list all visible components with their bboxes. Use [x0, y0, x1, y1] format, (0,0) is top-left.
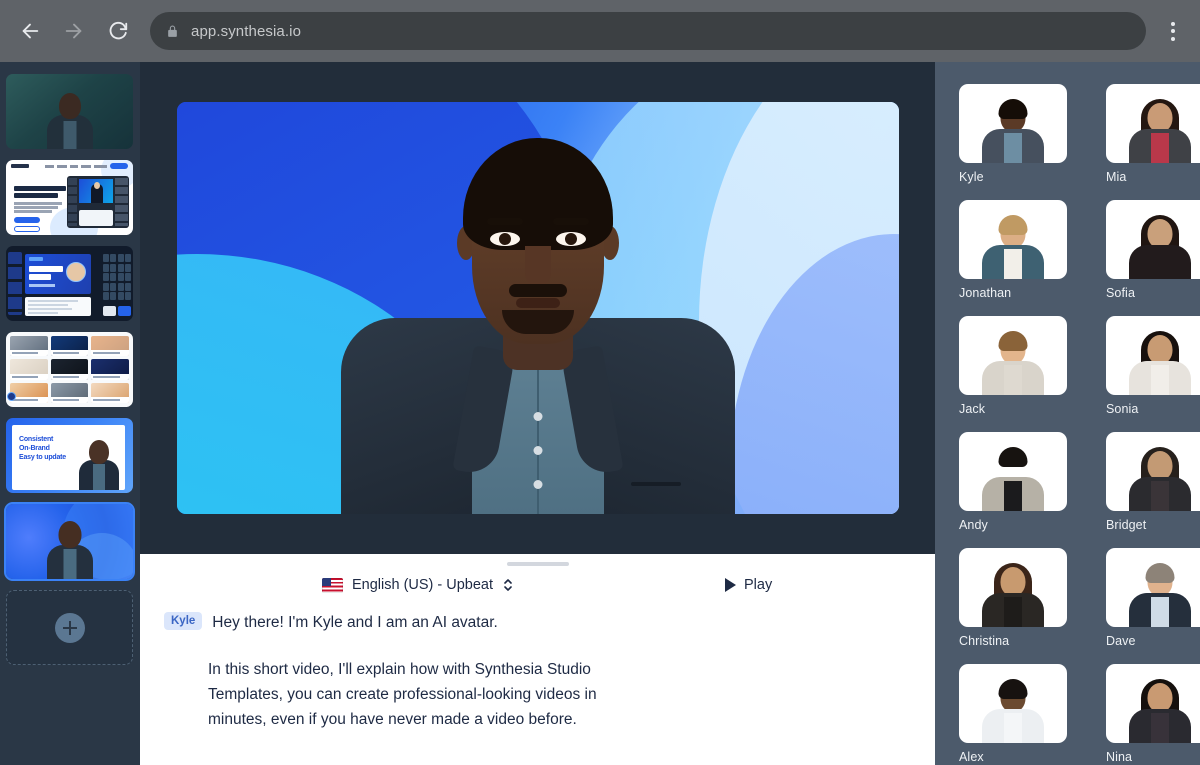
scene-1-figure [47, 93, 93, 149]
avatar-figure [982, 447, 1044, 511]
avatar-name-label: Mia [1106, 170, 1200, 184]
avatar-name-label: Sofia [1106, 286, 1200, 300]
add-scene-button[interactable] [6, 590, 133, 665]
avatar-thumbnail[interactable] [1106, 432, 1200, 511]
app-shell: Consistent On-Brand Easy to update [0, 62, 1200, 765]
avatar-card-jonathan[interactable]: Jonathan [959, 200, 1067, 300]
scene-rail[interactable]: Consistent On-Brand Easy to update [0, 62, 140, 765]
avatar-name-label: Jonathan [959, 286, 1067, 300]
avatar-presenter [342, 122, 734, 514]
script-panel: English (US) - Upbeat Play Kyle Hey ther… [140, 554, 935, 765]
scene-thumbnail-6[interactable] [6, 504, 133, 579]
avatar-card-kyle[interactable]: Kyle [959, 84, 1067, 184]
play-icon [725, 578, 736, 592]
avatar-card-bridget[interactable]: Bridget [1106, 432, 1200, 532]
avatar-name-label: Bridget [1106, 518, 1200, 532]
avatar-figure [1129, 447, 1191, 511]
scene-thumbnail-4[interactable] [6, 332, 133, 407]
avatar-thumbnail[interactable] [1106, 548, 1200, 627]
avatar-figure [982, 331, 1044, 395]
plus-icon [55, 613, 85, 643]
stage-wrapper: English (US) - Upbeat Play Kyle Hey ther… [140, 62, 935, 765]
address-bar[interactable]: app.synthesia.io [150, 12, 1146, 50]
stage-area [140, 62, 935, 554]
avatar-thumbnail[interactable] [1106, 84, 1200, 163]
avatar-name-label: Nina [1106, 750, 1200, 764]
scene-thumbnail-3[interactable] [6, 246, 133, 321]
browser-toolbar: app.synthesia.io [0, 0, 1200, 62]
avatar-thumbnail[interactable] [1106, 664, 1200, 743]
script-first-line: Kyle Hey there! I'm Kyle and I am an AI … [164, 610, 911, 635]
avatar-figure [1129, 99, 1191, 163]
avatar-card-alex[interactable]: Alex [959, 664, 1067, 764]
reload-button[interactable] [98, 11, 138, 51]
forward-button[interactable] [54, 11, 94, 51]
avatar-thumbnail[interactable] [1106, 316, 1200, 395]
lock-icon [166, 24, 179, 39]
avatar-figure [1129, 679, 1191, 743]
avatar-name-label: Dave [1106, 634, 1200, 648]
avatar-name-label: Sonia [1106, 402, 1200, 416]
avatar-name-label: Andy [959, 518, 1067, 532]
chevron-updown-icon [503, 577, 513, 593]
script-toolbar: English (US) - Upbeat Play [164, 554, 911, 598]
avatar-thumbnail[interactable] [959, 548, 1067, 627]
avatar-library-panel[interactable]: Kyle Mia Jonathan Sofia Jack Sonia Andy Bridget… [935, 62, 1200, 765]
avatar-card-mia[interactable]: Mia [1106, 84, 1200, 184]
arrow-left-icon [19, 20, 41, 42]
script-body[interactable]: Kyle Hey there! I'm Kyle and I am an AI … [164, 598, 911, 732]
avatar-figure [982, 679, 1044, 743]
avatar-figure [982, 563, 1044, 627]
avatar-name-label: Jack [959, 402, 1067, 416]
url-text: app.synthesia.io [191, 23, 301, 40]
play-label: Play [744, 577, 772, 593]
speaker-chip[interactable]: Kyle [164, 612, 202, 630]
avatar-figure [1129, 331, 1191, 395]
avatar-thumbnail[interactable] [959, 664, 1067, 743]
avatar-thumbnail[interactable] [1106, 200, 1200, 279]
avatar-card-andy[interactable]: Andy [959, 432, 1067, 532]
avatar-name-label: Kyle [959, 170, 1067, 184]
avatar-figure [982, 215, 1044, 279]
voice-language-select[interactable]: English (US) - Upbeat [322, 577, 513, 593]
back-button[interactable] [10, 11, 50, 51]
avatar-thumbnail[interactable] [959, 200, 1067, 279]
kebab-menu-icon[interactable] [1156, 11, 1190, 51]
scene-thumbnail-1[interactable] [6, 74, 133, 149]
us-flag-icon [322, 578, 343, 593]
avatar-name-label: Christina [959, 634, 1067, 648]
scene-5-text: Consistent On-Brand Easy to update [19, 435, 66, 462]
scene-thumbnail-5[interactable]: Consistent On-Brand Easy to update [6, 418, 133, 493]
avatar-thumbnail[interactable] [959, 432, 1067, 511]
scene-thumbnail-2[interactable] [6, 160, 133, 235]
avatar-figure [1129, 563, 1191, 627]
script-paragraph-2[interactable]: In this short video, I'll explain how wi… [208, 657, 603, 732]
arrow-right-icon [63, 20, 85, 42]
avatar-card-christina[interactable]: Christina [959, 548, 1067, 648]
reload-icon [107, 20, 129, 42]
avatar-name-label: Alex [959, 750, 1067, 764]
slide-canvas[interactable] [177, 102, 899, 514]
avatar-grid: KyleMiaJonathanSofiaJackSoniaAndyBridget… [959, 84, 1180, 764]
script-paragraph-1[interactable]: Hey there! I'm Kyle and I am an AI avata… [212, 610, 498, 635]
avatar-thumbnail[interactable] [959, 84, 1067, 163]
play-button[interactable]: Play [725, 572, 772, 598]
avatar-card-sonia[interactable]: Sonia [1106, 316, 1200, 416]
avatar-figure [1129, 215, 1191, 279]
avatar-card-nina[interactable]: Nina [1106, 664, 1200, 764]
avatar-card-dave[interactable]: Dave [1106, 548, 1200, 648]
avatar-card-jack[interactable]: Jack [959, 316, 1067, 416]
avatar-figure [982, 99, 1044, 163]
avatar-card-sofia[interactable]: Sofia [1106, 200, 1200, 300]
voice-language-label: English (US) - Upbeat [352, 577, 493, 593]
avatar-thumbnail[interactable] [959, 316, 1067, 395]
